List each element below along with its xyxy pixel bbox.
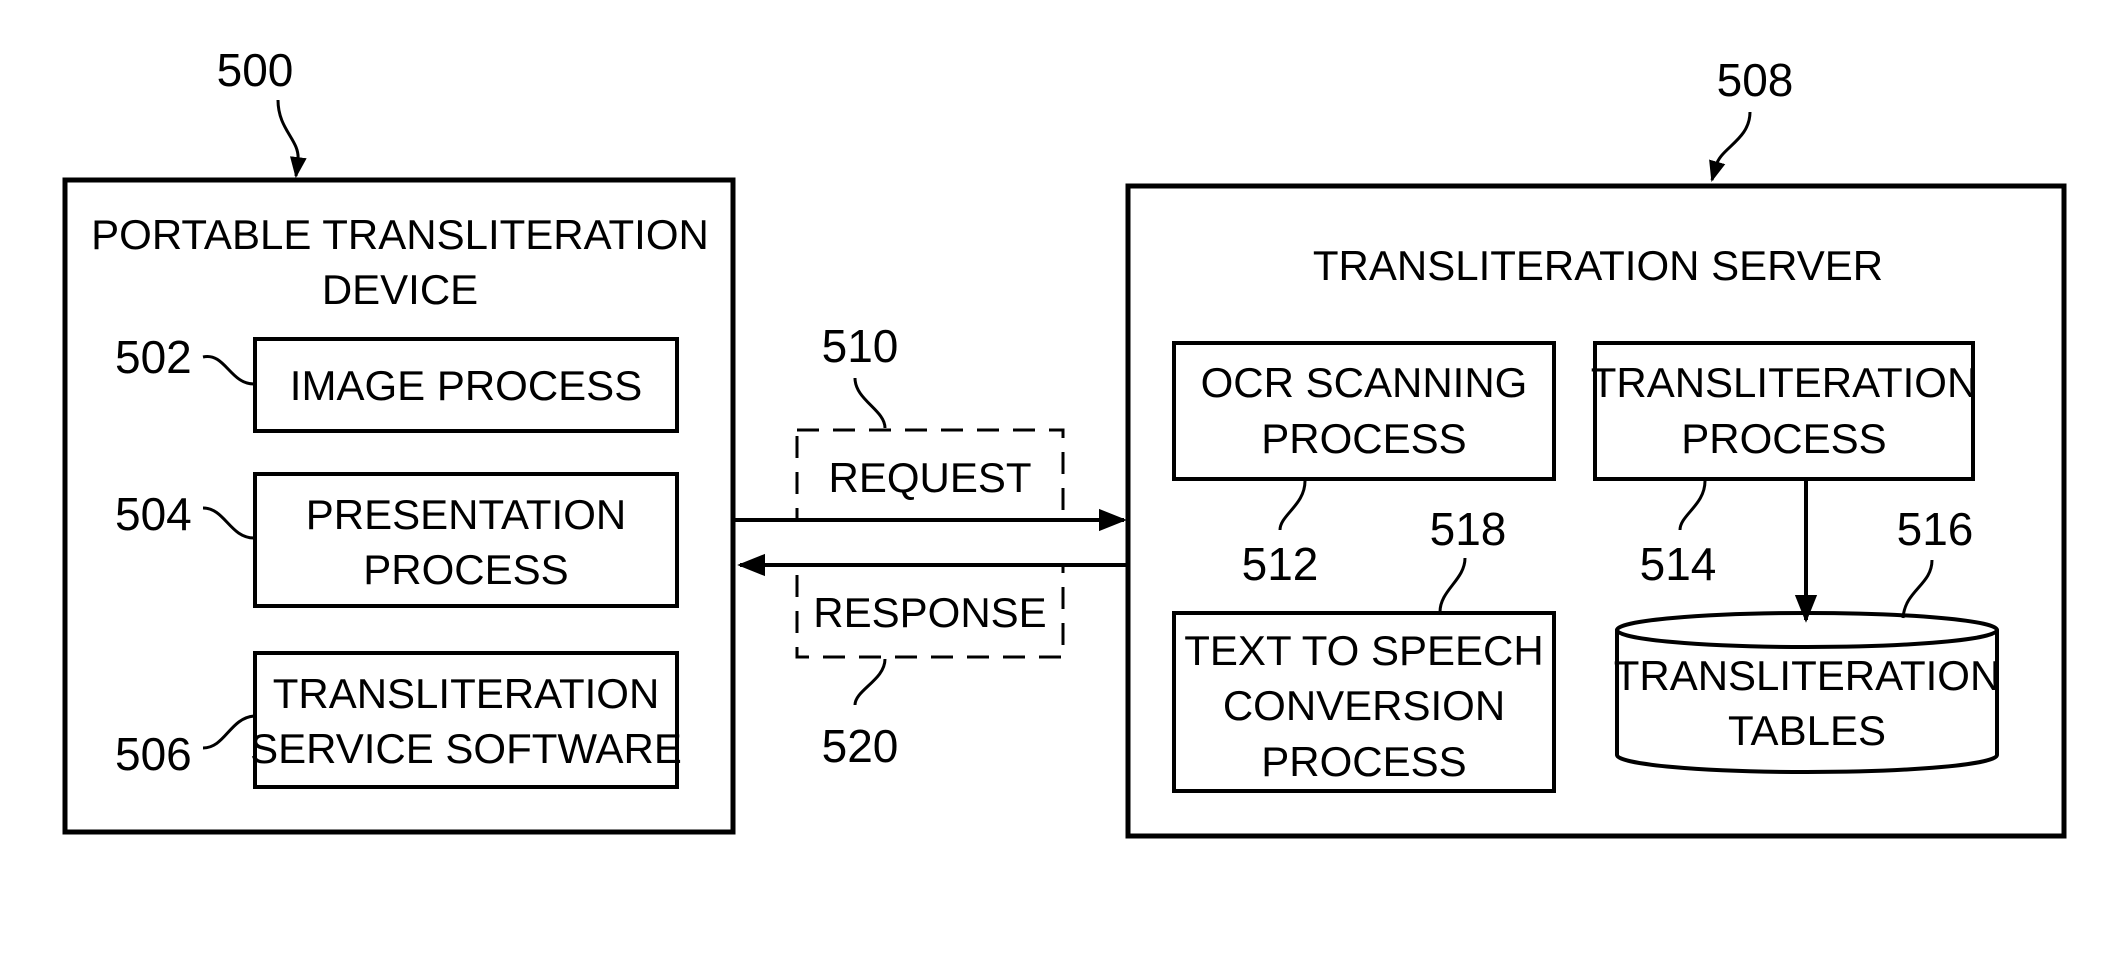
ocr-line-1: OCR SCANNING [1201, 359, 1528, 406]
tables-line-2: TABLES [1728, 707, 1886, 754]
leader-520 [853, 658, 887, 706]
tts-line-2: CONVERSION [1223, 682, 1505, 729]
leader-512 [1278, 480, 1307, 531]
leader-502 [202, 355, 255, 386]
ocr-line-2: PROCESS [1261, 415, 1466, 462]
transliteration-process-line-1: TRANSLITERATION [1591, 359, 1978, 406]
request-label: REQUEST [828, 454, 1031, 501]
tables-line-1: TRANSLITERATION [1614, 652, 2001, 699]
ref-518: 518 [1430, 503, 1507, 555]
leader-510 [853, 377, 887, 429]
service-software-line-1: TRANSLITERATION [273, 670, 660, 717]
ref-500: 500 [217, 44, 294, 96]
ref-506: 506 [115, 728, 192, 780]
device-title-line-2: DEVICE [322, 266, 478, 313]
leader-504 [202, 506, 255, 540]
ref-520: 520 [822, 720, 899, 772]
ref-514: 514 [1640, 538, 1717, 590]
ref-510: 510 [822, 320, 899, 372]
tts-line-3: PROCESS [1261, 738, 1466, 785]
ref-502: 502 [115, 331, 192, 383]
leader-516 [1901, 559, 1934, 619]
leader-506 [202, 714, 255, 750]
ref-508: 508 [1717, 54, 1794, 106]
leader-508 [1709, 111, 1752, 183]
leader-518 [1438, 557, 1467, 613]
ref-504: 504 [115, 488, 192, 540]
leader-514 [1678, 480, 1707, 531]
server-title: TRANSLITERATION SERVER [1313, 242, 1883, 289]
response-label: RESPONSE [813, 589, 1046, 636]
transliteration-process-line-2: PROCESS [1681, 415, 1886, 462]
presentation-process-line-2: PROCESS [363, 546, 568, 593]
leader-500 [276, 99, 307, 179]
image-process-label: IMAGE PROCESS [290, 362, 642, 409]
diagram-canvas: 500 PORTABLE TRANSLITERATION DEVICE 502 … [62, 44, 2067, 839]
ref-512: 512 [1242, 538, 1319, 590]
device-title-line-1: PORTABLE TRANSLITERATION [91, 211, 709, 258]
service-software-line-2: SERVICE SOFTWARE [250, 725, 682, 772]
tts-line-1: TEXT TO SPEECH [1184, 627, 1543, 674]
presentation-process-line-1: PRESENTATION [306, 491, 626, 538]
ref-516: 516 [1897, 503, 1974, 555]
